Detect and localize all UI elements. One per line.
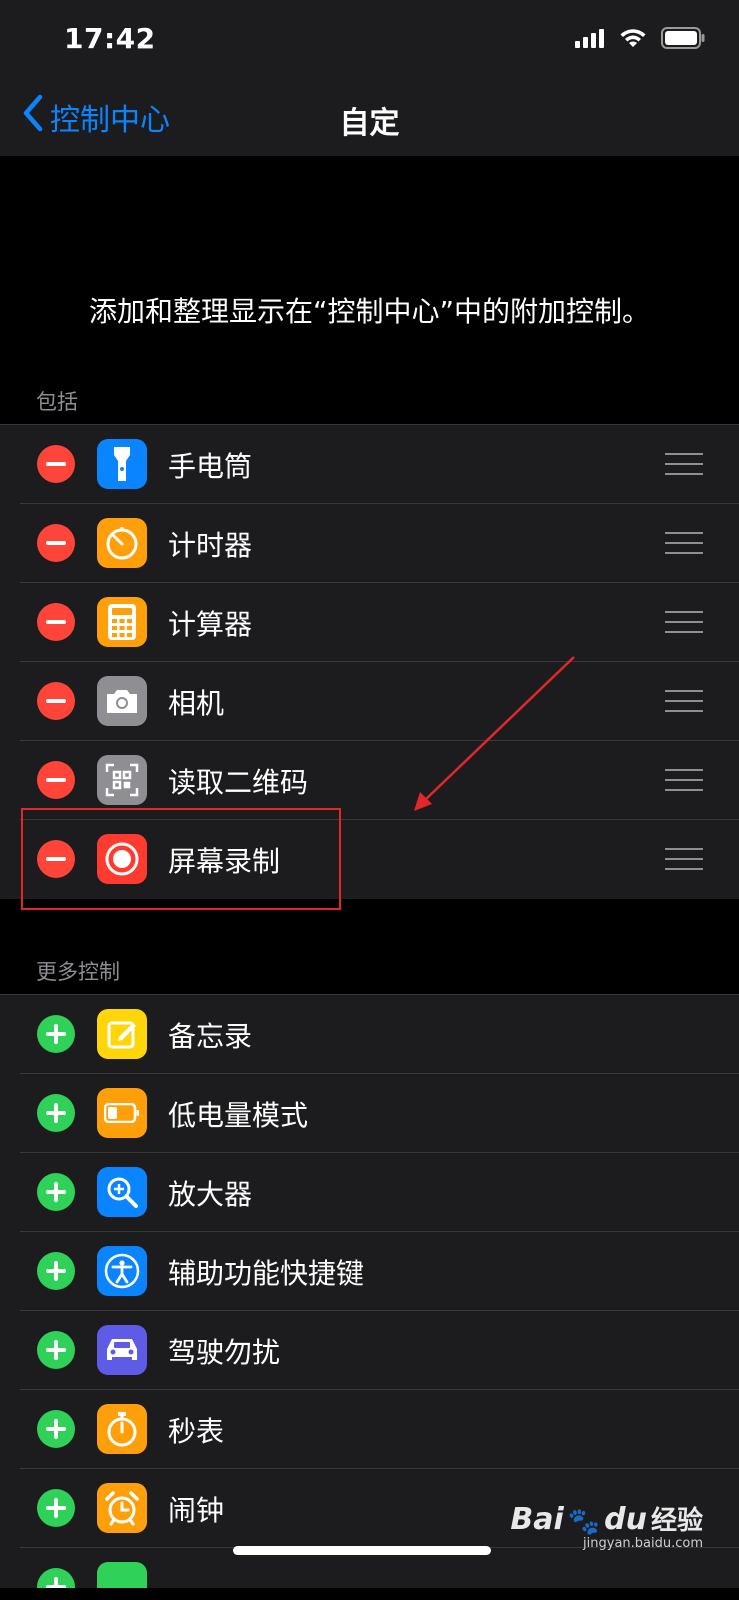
page-description: 添加和整理显示在“控制中心”中的附加控制。: [88, 295, 650, 328]
accessibility-icon: [97, 1246, 147, 1296]
more-controls-section-header: 更多控制: [36, 960, 120, 984]
qr-code-icon: [97, 755, 147, 805]
drag-handle[interactable]: [665, 611, 703, 633]
add-button[interactable]: [37, 1094, 75, 1132]
timer-icon: [97, 518, 147, 568]
remove-button[interactable]: [37, 445, 75, 483]
add-button[interactable]: [37, 1568, 75, 1588]
remove-button[interactable]: [37, 524, 75, 562]
watermark-brand: Bai: [510, 1502, 564, 1537]
drag-handle[interactable]: [665, 848, 703, 870]
row-label: 辅助功能快捷键: [168, 1257, 365, 1290]
status-bar: 17:42: [0, 0, 739, 80]
magnifier-icon: [97, 1167, 147, 1217]
page-title: 自定: [339, 106, 400, 141]
row-label: 相机: [168, 687, 225, 720]
included-row-qr-reader: 读取二维码: [0, 741, 739, 820]
included-controls-list: 手电筒 计时器 计算器 相机 读取二维码 屏幕录制: [0, 424, 739, 899]
row-label: 秒表: [168, 1415, 225, 1448]
status-icons: [575, 27, 705, 53]
more-row-magnifier: 放大器: [0, 1153, 739, 1232]
wifi-icon: [619, 28, 647, 52]
row-label: 计算器: [168, 608, 253, 641]
drag-handle[interactable]: [665, 532, 703, 554]
remove-button[interactable]: [37, 603, 75, 641]
included-row-camera: 相机: [0, 662, 739, 741]
included-row-calculator: 计算器: [0, 583, 739, 662]
row-label: 低电量模式: [168, 1099, 309, 1132]
cellular-signal-icon: [575, 28, 605, 52]
row-label: 备忘录: [168, 1020, 253, 1053]
more-controls-list: 备忘录 低电量模式 放大器 辅助功能快捷键 驾驶勿扰 秒表 闹钟: [0, 994, 739, 1588]
add-button[interactable]: [37, 1489, 75, 1527]
add-button[interactable]: [37, 1331, 75, 1369]
partial-app-icon: [97, 1562, 147, 1588]
row-label: 屏幕录制: [168, 845, 281, 878]
more-row-stopwatch: 秒表: [0, 1390, 739, 1469]
add-button[interactable]: [37, 1410, 75, 1448]
drag-handle[interactable]: [665, 769, 703, 791]
more-row-driving-focus: 驾驶勿扰: [0, 1311, 739, 1390]
included-row-screen-recording: 屏幕录制: [0, 820, 739, 899]
more-row-accessibility-shortcut: 辅助功能快捷键: [0, 1232, 739, 1311]
watermark-url: jingyan.baidu.com: [583, 1536, 703, 1551]
stopwatch-icon: [97, 1404, 147, 1454]
calculator-icon: [97, 597, 147, 647]
included-row-timer: 计时器: [0, 504, 739, 583]
baidu-jingyan-watermark: Bai 🐾 du 经验 jingyan.baidu.com: [510, 1500, 703, 1551]
row-label: 闹钟: [168, 1494, 225, 1527]
alarm-icon: [97, 1483, 147, 1533]
row-label: 放大器: [168, 1178, 253, 1211]
included-section-header: 包括: [36, 390, 78, 414]
watermark-brand-suffix: du: [604, 1502, 647, 1537]
row-label: 读取二维码: [168, 766, 309, 799]
notes-icon: [97, 1009, 147, 1059]
drag-handle[interactable]: [665, 453, 703, 475]
home-indicator[interactable]: [233, 1546, 491, 1555]
row-label: 计时器: [168, 529, 253, 562]
remove-button[interactable]: [37, 682, 75, 720]
more-row-low-power: 低电量模式: [0, 1074, 739, 1153]
add-button[interactable]: [37, 1252, 75, 1290]
car-icon: [97, 1325, 147, 1375]
add-button[interactable]: [37, 1173, 75, 1211]
drag-handle[interactable]: [665, 690, 703, 712]
included-row-flashlight: 手电筒: [0, 425, 739, 504]
screen-record-icon: [97, 834, 147, 884]
low-power-icon: [97, 1088, 147, 1138]
row-label: 驾驶勿扰: [168, 1336, 281, 1369]
remove-button[interactable]: [37, 761, 75, 799]
watermark-cn: 经验: [650, 1506, 703, 1536]
add-button[interactable]: [37, 1015, 75, 1053]
more-row-notes: 备忘录: [0, 995, 739, 1074]
navigation-bar: 控制中心 自定: [0, 80, 739, 156]
status-time: 17:42: [64, 22, 156, 55]
paw-icon: 🐾: [567, 1507, 601, 1537]
row-label: 手电筒: [168, 450, 253, 483]
battery-icon: [661, 27, 705, 53]
camera-icon: [97, 676, 147, 726]
flashlight-icon: [97, 439, 147, 489]
remove-button[interactable]: [37, 840, 75, 878]
